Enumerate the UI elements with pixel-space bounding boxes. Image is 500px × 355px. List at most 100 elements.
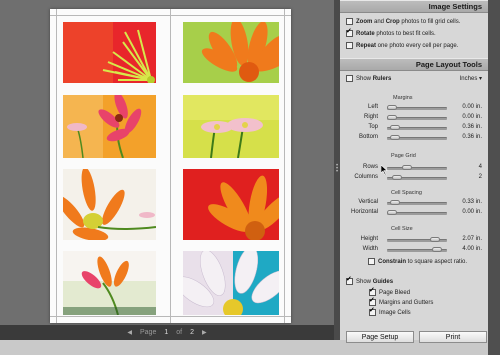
photo-cell-r3c1[interactable] xyxy=(63,169,156,240)
show-rulers-option[interactable]: Show Rulers xyxy=(346,75,391,82)
rotate-option[interactable]: Rotate photos to best fit cells. xyxy=(346,27,436,37)
margin-bottom-slider-row[interactable]: Bottom 0.36 in. xyxy=(340,134,488,142)
zoom-crop-checkbox[interactable] xyxy=(346,18,353,25)
photo-orange-gerbera-on-green xyxy=(183,22,279,83)
margin-left-slider-knob[interactable] xyxy=(387,105,397,110)
right-panel: Image Settings Zoom and Crop photos to f… xyxy=(340,0,488,340)
print-button[interactable]: Print xyxy=(419,331,487,343)
repeat-keyword: Repeat xyxy=(356,42,377,49)
of-label: of xyxy=(176,329,183,336)
rotate-rest-text: photos to best fit cells. xyxy=(374,30,436,37)
margin-guide-left xyxy=(56,9,57,323)
cellsize-width-slider-row[interactable]: Width 4.00 in. xyxy=(340,246,488,254)
page-grid-subheader: Page Grid xyxy=(391,153,416,159)
page-label: Page xyxy=(139,329,157,336)
panel-collapse-grip-icon[interactable]: • • • xyxy=(336,163,338,175)
image-settings-header[interactable]: Image Settings xyxy=(340,0,488,13)
constrain-keyword: Constrain xyxy=(378,258,407,265)
mouse-pointer-icon xyxy=(381,165,388,175)
show-rulers-text: Show xyxy=(356,75,373,82)
cellsize-width-value[interactable]: 4.00 in. xyxy=(462,246,482,252)
photo-white-daisy-on-teal xyxy=(183,251,279,315)
spacing-horizontal-slider-row[interactable]: Horizontal 0.00 in. xyxy=(340,209,488,217)
repeat-option[interactable]: Repeat one photo every cell per page. xyxy=(346,42,458,49)
page-bleed-option[interactable]: Page Bleed xyxy=(369,286,411,296)
spacing-vertical-value[interactable]: 0.33 in. xyxy=(462,199,482,205)
spacing-vertical-slider-row[interactable]: Vertical 0.33 in. xyxy=(340,199,488,207)
zoom-crop-option[interactable]: Zoom and Crop photos to fill grid cells. xyxy=(346,18,460,25)
grid-columns-value[interactable]: 2 xyxy=(479,174,482,180)
margin-left-label: Left xyxy=(367,104,378,110)
repeat-label: Repeat one photo every cell per page. xyxy=(356,43,458,49)
cellsize-height-slider-knob[interactable] xyxy=(429,237,440,242)
margin-right-slider-knob[interactable] xyxy=(387,115,397,120)
constrain-option[interactable]: Constrain to square aspect ratio. xyxy=(368,258,467,265)
print-preview-area: ◀ Page 1 of 2 ▶ xyxy=(0,0,334,340)
next-page-arrow-icon[interactable]: ▶ xyxy=(202,329,207,336)
image-cells-checkbox[interactable] xyxy=(369,306,376,316)
margins-gutters-checkbox[interactable] xyxy=(369,296,376,306)
margin-top-value[interactable]: 0.36 in. xyxy=(462,124,482,130)
margin-right-slider-row[interactable]: Right 0.00 in. xyxy=(340,114,488,122)
margin-left-slider-row[interactable]: Left 0.00 in. xyxy=(340,104,488,112)
photo-cell-r4c2[interactable] xyxy=(183,251,279,315)
photo-cell-r3c2[interactable] xyxy=(183,169,279,240)
spacing-horizontal-value[interactable]: 0.00 in. xyxy=(462,209,482,215)
spacing-vertical-slider-knob[interactable] xyxy=(389,200,400,205)
grid-columns-label: Columns xyxy=(354,174,378,180)
grid-rows-value[interactable]: 4 xyxy=(479,164,482,170)
grid-rows-slider-row[interactable]: Rows 4 xyxy=(340,164,488,172)
margin-guide-right xyxy=(284,9,285,323)
margin-bottom-slider-knob[interactable] xyxy=(389,135,400,140)
zoom-crop-label: Zoom and Crop photos to fill grid cells. xyxy=(356,19,460,25)
margin-top-label: Top xyxy=(368,124,378,130)
current-page-number: 1 xyxy=(164,329,169,336)
page-bleed-checkbox[interactable] xyxy=(369,286,376,296)
photo-cell-r2c1[interactable] xyxy=(63,95,156,158)
cellsize-height-value[interactable]: 2.07 in. xyxy=(462,236,482,242)
page-setup-button[interactable]: Page Setup xyxy=(346,331,414,343)
margins-gutters-option[interactable]: Margins and Gutters xyxy=(369,296,433,306)
grid-rows-slider-knob[interactable] xyxy=(402,165,412,170)
repeat-checkbox[interactable] xyxy=(346,42,353,49)
cellsize-height-label: Height xyxy=(360,236,378,242)
photo-pink-daisies-on-lime xyxy=(183,95,279,158)
grid-rows-slider-track[interactable] xyxy=(387,167,447,170)
margin-left-value[interactable]: 0.00 in. xyxy=(462,104,482,110)
margins-subheader: Margins xyxy=(393,95,413,101)
panel-scrollbar[interactable] xyxy=(488,0,500,355)
page-layout-tools-header[interactable]: Page Layout Tools xyxy=(340,58,488,71)
grid-columns-slider-row[interactable]: Columns 2 xyxy=(340,174,488,182)
margin-bottom-value[interactable]: 0.36 in. xyxy=(462,134,482,140)
constrain-checkbox[interactable] xyxy=(368,258,375,265)
grid-columns-slider-knob[interactable] xyxy=(392,175,402,180)
photo-cell-r1c2[interactable] xyxy=(183,22,279,83)
cellsize-height-slider-row[interactable]: Height 2.07 in. xyxy=(340,236,488,244)
margin-bottom-label: Bottom xyxy=(358,134,378,140)
show-rulers-checkbox[interactable] xyxy=(346,75,353,82)
photo-cell-r4c1[interactable] xyxy=(63,251,156,315)
rotate-checkbox[interactable] xyxy=(346,27,353,37)
margin-right-label: Right xyxy=(363,114,378,120)
constrain-label: Constrain to square aspect ratio. xyxy=(378,259,467,265)
grid-rows-label: Rows xyxy=(362,164,378,170)
photo-cell-r1c1[interactable] xyxy=(63,22,156,83)
image-cells-label: Image Cells xyxy=(379,309,411,316)
margin-right-value[interactable]: 0.00 in. xyxy=(462,114,482,120)
page-bleed-label: Page Bleed xyxy=(379,289,411,296)
constrain-rest-text: to square aspect ratio. xyxy=(406,258,468,265)
spacing-horizontal-slider-knob[interactable] xyxy=(387,210,397,215)
image-cells-option[interactable]: Image Cells xyxy=(369,306,411,316)
ruler-units-dropdown[interactable]: Inches ▾ xyxy=(460,75,482,82)
cellsize-width-slider-knob[interactable] xyxy=(432,247,442,252)
margin-top-slider-row[interactable]: Top 0.36 in. xyxy=(340,124,488,132)
page-navigator: ◀ Page 1 of 2 ▶ xyxy=(0,325,334,340)
show-guides-option[interactable]: Show Guides xyxy=(346,275,393,285)
cell-spacing-subheader: Cell Spacing xyxy=(391,190,422,196)
total-pages-number: 2 xyxy=(190,329,194,336)
margin-top-slider-knob[interactable] xyxy=(389,125,400,130)
prev-page-arrow-icon[interactable]: ◀ xyxy=(127,329,132,336)
show-guides-checkbox[interactable] xyxy=(346,275,353,285)
lightroom-print-module: ◀ Page 1 of 2 ▶ • • • Image Settings Zoom … xyxy=(0,0,500,355)
photo-cell-r2c2[interactable] xyxy=(183,95,279,158)
